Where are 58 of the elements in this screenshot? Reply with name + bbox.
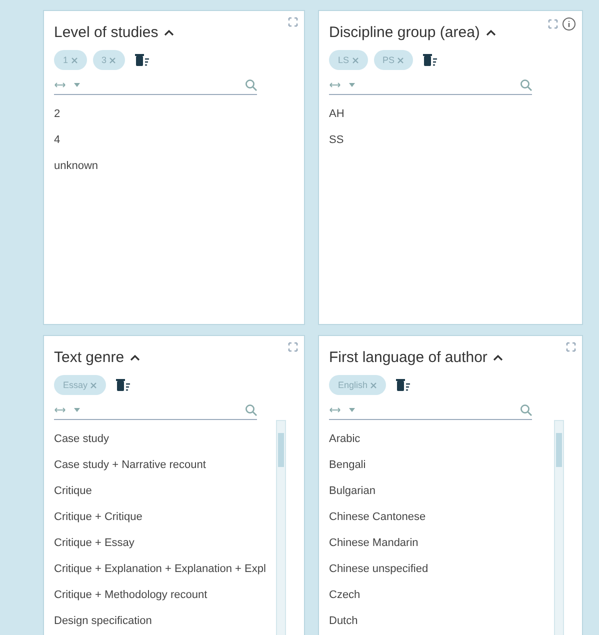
panel-title: First language of author [329, 349, 488, 366]
clear-filter-icon[interactable] [396, 378, 410, 392]
close-icon[interactable] [370, 382, 378, 390]
panel-title: Level of studies [54, 24, 158, 41]
list-item[interactable]: Chinese Cantonese [329, 504, 572, 530]
list-item[interactable]: SS [329, 127, 572, 153]
panel-title: Discipline group (area) [329, 24, 480, 41]
close-icon[interactable] [70, 57, 78, 64]
list-item[interactable]: AH [329, 101, 572, 127]
width-icon[interactable] [54, 82, 66, 88]
scrollbar[interactable] [554, 420, 564, 635]
panel-title: Text genre [54, 349, 124, 366]
list-item[interactable]: Chinese unspecified [329, 556, 572, 582]
dropdown-icon[interactable] [349, 82, 355, 86]
collapse-icon[interactable] [164, 29, 174, 36]
clear-filter-icon[interactable] [116, 378, 130, 392]
close-icon[interactable] [109, 57, 116, 64]
width-icon[interactable] [54, 406, 66, 412]
list-item[interactable]: 2 [54, 101, 294, 127]
clear-filter-icon[interactable] [423, 53, 438, 67]
search-icon[interactable] [520, 404, 532, 416]
info-icon[interactable] [562, 17, 576, 31]
list-item[interactable]: Case study + Narrative recount [54, 452, 294, 478]
clear-filter-icon[interactable] [135, 53, 150, 67]
list-item[interactable]: Arabic [329, 426, 572, 452]
width-icon[interactable] [329, 82, 341, 88]
list-item[interactable]: 4 [54, 127, 294, 153]
list-item[interactable]: Chinese Mandarin [329, 530, 572, 556]
maximize-icon[interactable] [548, 19, 558, 29]
maximize-icon[interactable] [566, 342, 576, 352]
list-item[interactable]: Critique + Explanation + Explanation + Expl [54, 556, 294, 582]
list-item[interactable]: Bengali [329, 452, 572, 478]
width-icon[interactable] [329, 406, 341, 412]
dropdown-icon[interactable] [349, 408, 355, 412]
close-icon[interactable] [397, 57, 404, 64]
search-icon[interactable] [520, 78, 532, 90]
list-item[interactable]: unknown [54, 153, 294, 179]
close-icon[interactable] [352, 57, 359, 64]
list-item[interactable]: Critique [54, 478, 294, 504]
list-item[interactable]: Case study [54, 426, 294, 452]
maximize-icon[interactable] [288, 17, 298, 27]
list-item[interactable]: Critique + Critique [54, 504, 294, 530]
list-item[interactable]: Bulgarian [329, 478, 572, 504]
collapse-icon[interactable] [130, 354, 140, 362]
dropdown-icon[interactable] [74, 82, 80, 86]
maximize-icon[interactable] [288, 342, 298, 352]
list-item[interactable]: Dutch [329, 608, 572, 634]
list-item[interactable]: Critique + Methodology recount [54, 582, 294, 608]
list-item[interactable]: Critique + Essay [54, 530, 294, 556]
list-item[interactable]: Czech [329, 582, 572, 608]
list-item[interactable]: Design specification [54, 608, 294, 634]
search-icon[interactable] [245, 78, 257, 90]
search-icon[interactable] [245, 404, 257, 416]
dropdown-icon[interactable] [74, 408, 80, 412]
collapse-icon[interactable] [493, 354, 504, 362]
collapse-icon[interactable] [486, 29, 496, 36]
close-icon[interactable] [90, 382, 98, 390]
scrollbar[interactable] [276, 420, 286, 635]
